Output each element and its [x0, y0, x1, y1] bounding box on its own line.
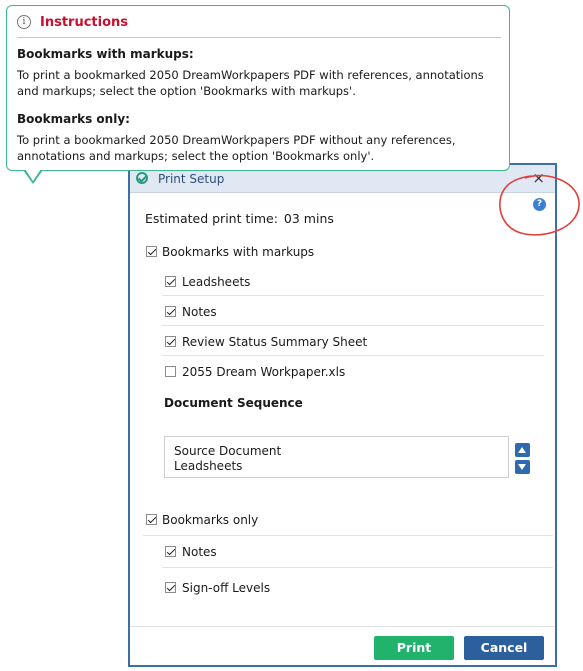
review-status-summary-label[interactable]: Review Status Summary Sheet — [182, 335, 367, 349]
leadsheets-label[interactable]: Leadsheets — [182, 275, 250, 289]
move-up-button[interactable] — [515, 443, 530, 457]
popover-tail-fill — [25, 169, 41, 181]
only-notes-label[interactable]: Notes — [182, 545, 217, 559]
only-notes-checkbox[interactable] — [165, 546, 176, 557]
cancel-button[interactable]: Cancel — [464, 636, 544, 660]
check-circle-icon — [136, 172, 148, 184]
estimated-print-time: Estimated print time: 03 mins — [145, 211, 334, 226]
estimated-value: 03 mins — [283, 211, 334, 226]
list-item[interactable]: Leadsheets — [174, 459, 242, 473]
dialog-title: Print Setup — [158, 172, 225, 186]
notes-checkbox[interactable] — [165, 306, 176, 317]
review-status-summary-checkbox[interactable] — [165, 336, 176, 347]
document-sequence-title: Document Sequence — [164, 396, 303, 410]
divider — [162, 295, 544, 296]
document-sequence-list[interactable]: Source Document Leadsheets — [164, 436, 509, 478]
estimated-label: Estimated print time: — [145, 211, 278, 226]
close-icon[interactable]: × — [532, 169, 545, 187]
bookmarks-only-checkbox[interactable] — [146, 514, 157, 525]
divider — [162, 355, 544, 356]
divider — [143, 535, 553, 536]
divider — [162, 567, 553, 568]
workpaper-xls-label[interactable]: 2055 Dream Workpaper.xls — [182, 365, 345, 379]
section-heading: Bookmarks with markups: — [17, 47, 194, 61]
popover-title: Instructions — [40, 15, 129, 30]
popover-divider — [17, 37, 501, 38]
divider — [162, 325, 544, 326]
sign-off-levels-checkbox[interactable] — [165, 582, 176, 593]
print-button[interactable]: Print — [374, 636, 454, 660]
workpaper-xls-checkbox[interactable] — [165, 366, 176, 377]
notes-label[interactable]: Notes — [182, 305, 217, 319]
move-down-button[interactable] — [515, 460, 530, 474]
section-text: To print a bookmarked 2050 DreamWorkpape… — [17, 133, 456, 163]
info-icon: i — [17, 15, 31, 29]
bookmarks-only-label[interactable]: Bookmarks only — [162, 513, 258, 527]
help-icon[interactable]: ? — [533, 198, 546, 211]
bookmarks-with-markups-checkbox[interactable] — [146, 246, 157, 257]
section-text: To print a bookmarked 2050 DreamWorkpape… — [17, 68, 484, 98]
list-item[interactable]: Source Document — [174, 444, 281, 458]
section-heading: Bookmarks only: — [17, 112, 130, 126]
bookmarks-with-markups-label[interactable]: Bookmarks with markups — [162, 245, 314, 259]
leadsheets-checkbox[interactable] — [165, 276, 176, 287]
sign-off-levels-label[interactable]: Sign-off Levels — [182, 581, 270, 595]
instructions-popover: i Instructions Bookmarks with markups: T… — [6, 5, 510, 171]
footer-divider — [130, 626, 555, 627]
